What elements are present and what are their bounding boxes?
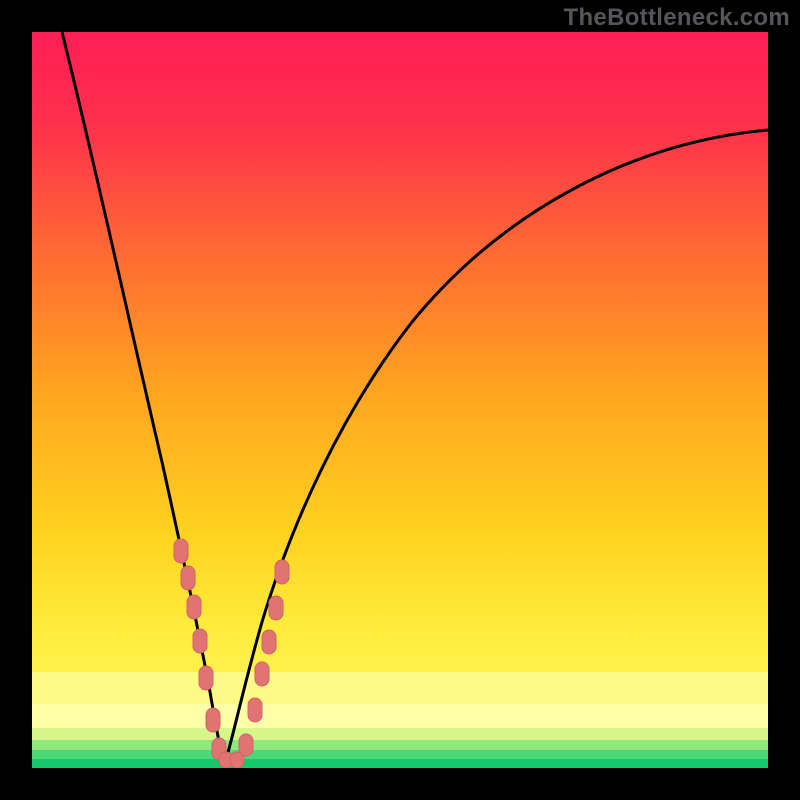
marker xyxy=(181,566,195,590)
chart-frame: TheBottleneck.com xyxy=(0,0,800,800)
marker xyxy=(248,698,262,722)
marker xyxy=(193,629,207,653)
marker xyxy=(255,662,269,686)
marker xyxy=(269,596,283,620)
watermark-text: TheBottleneck.com xyxy=(564,4,790,32)
marker xyxy=(262,630,276,654)
marker xyxy=(239,734,253,756)
curve-left-branch xyxy=(62,32,224,766)
curve-right-branch xyxy=(224,130,768,766)
marker xyxy=(275,560,289,584)
bottleneck-curve xyxy=(32,32,768,768)
marker xyxy=(187,595,201,619)
marker xyxy=(174,539,188,563)
marker xyxy=(206,708,220,732)
plot-area xyxy=(32,32,768,768)
marker xyxy=(199,666,213,690)
